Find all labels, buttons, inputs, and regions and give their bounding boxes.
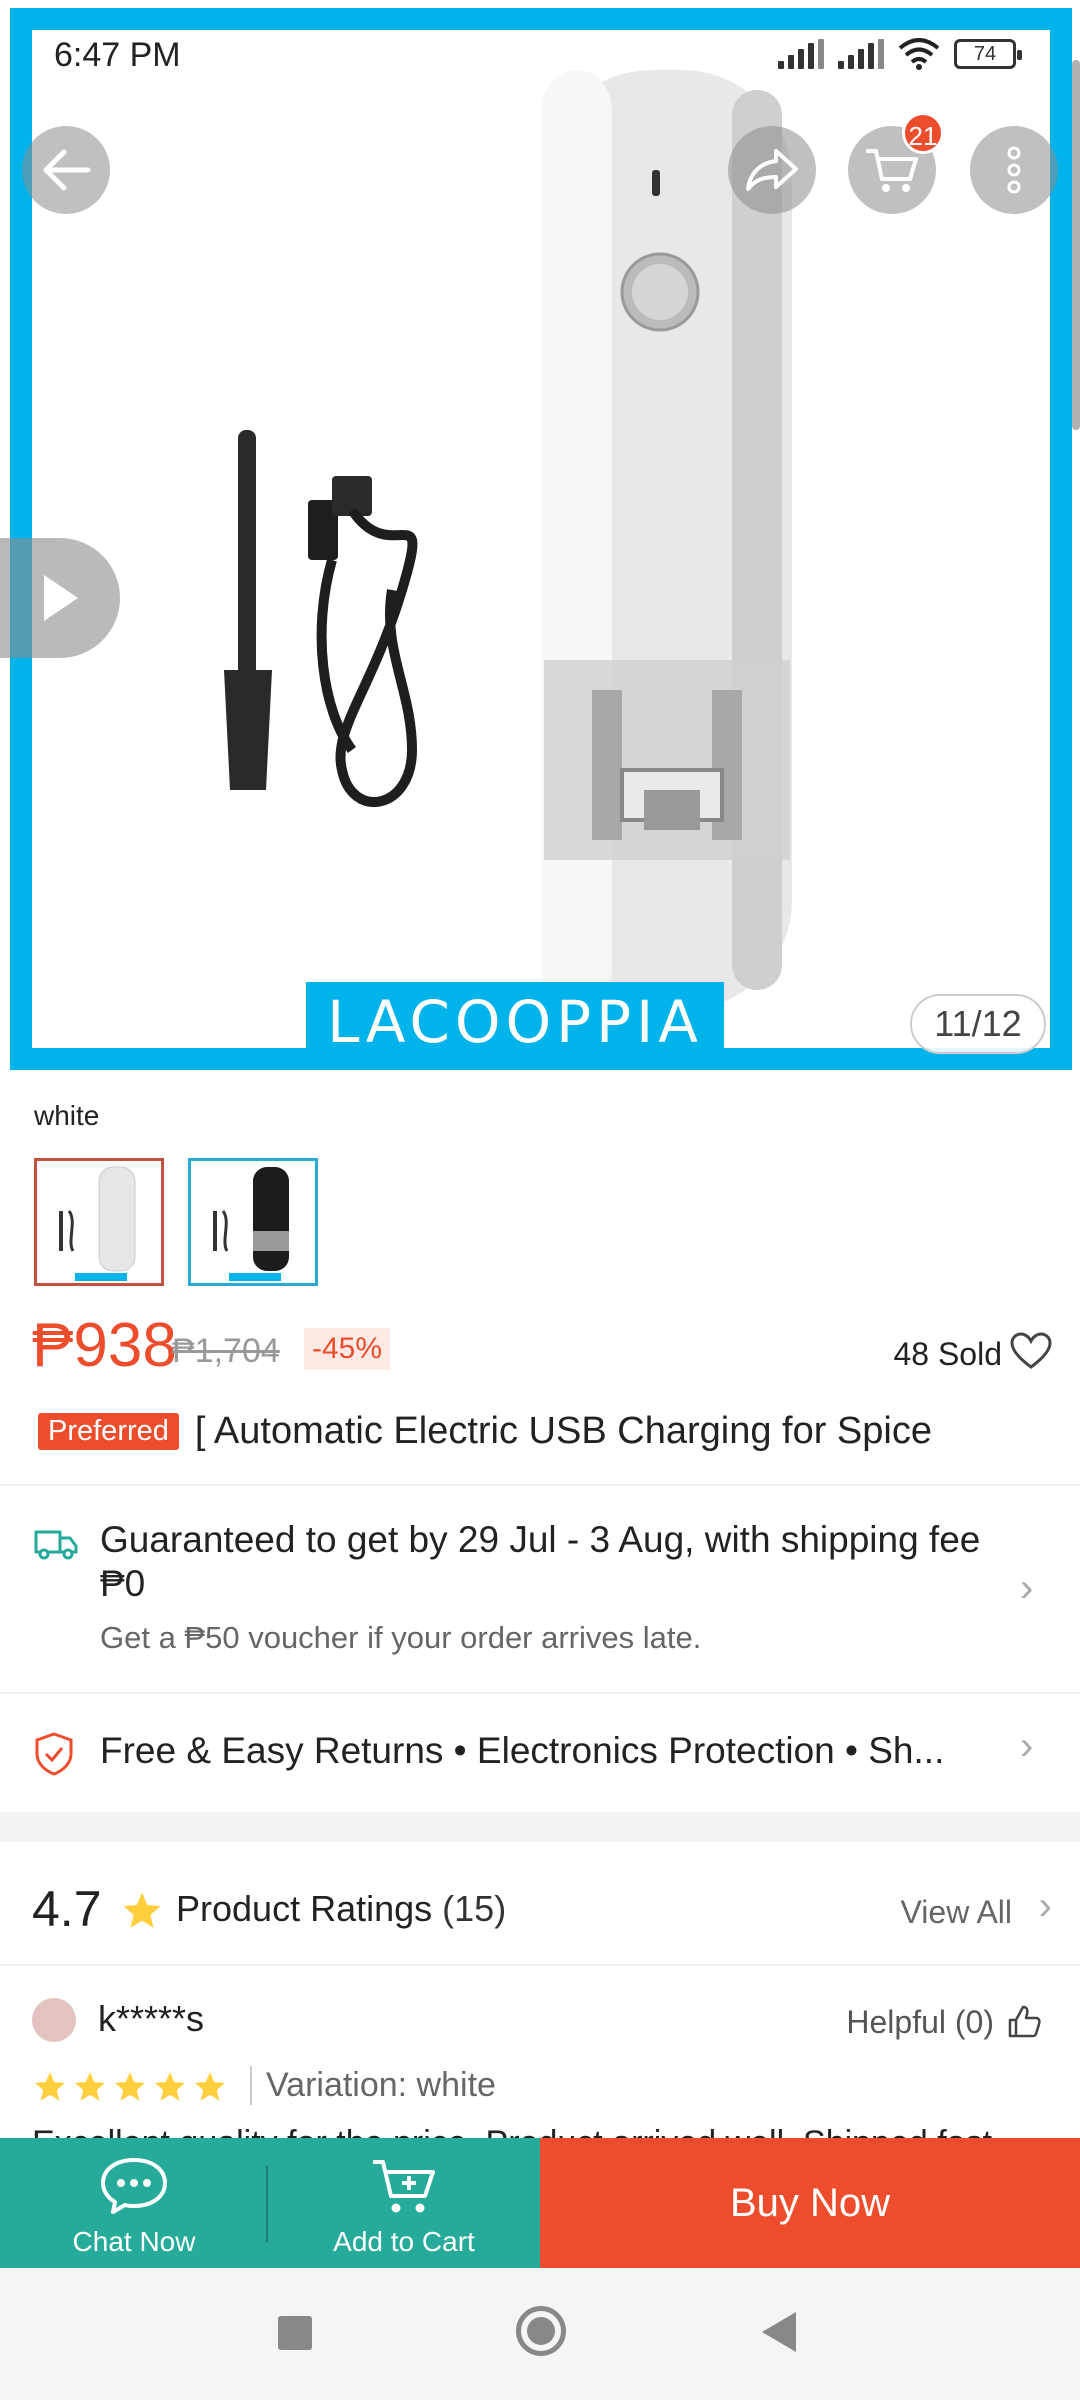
chevron-right-icon: › bbox=[1020, 1566, 1034, 1610]
scroll-indicator bbox=[1072, 60, 1080, 430]
star-icon bbox=[154, 2072, 186, 2101]
chat-now-button[interactable]: Chat Now bbox=[0, 2138, 268, 2268]
ratings-title: Product Ratings (15) bbox=[176, 1888, 506, 1930]
reviewer-name: k*****s bbox=[98, 1998, 205, 2039]
play-video-button[interactable] bbox=[0, 538, 120, 658]
add-to-cart-button[interactable]: Add to Cart bbox=[268, 2138, 540, 2268]
ratings-title-text: Product Ratings bbox=[176, 1888, 433, 1929]
chat-icon bbox=[101, 2158, 167, 2214]
rating-score: 4.7 bbox=[32, 1881, 102, 1937]
discount-badge: -45% bbox=[304, 1328, 391, 1370]
view-all-link[interactable]: View All bbox=[901, 1894, 1012, 1931]
bottom-action-bar: Chat Now Add to Cart Buy Now bbox=[0, 2138, 1080, 2268]
late-voucher-note: Get a ₱50 voucher if your order arrives … bbox=[100, 1620, 702, 1655]
truck-icon bbox=[34, 1530, 78, 1560]
chat-now-label: Chat Now bbox=[72, 2226, 196, 2257]
helpful-button[interactable]: Helpful (0) bbox=[846, 2004, 994, 2041]
battery-icon: 74 bbox=[954, 39, 1022, 69]
variation-thumb-black[interactable] bbox=[188, 1158, 318, 1286]
chevron-right-icon: › bbox=[1038, 1884, 1052, 1928]
variation-white-image bbox=[59, 1166, 136, 1281]
divider bbox=[0, 1964, 1080, 1966]
star-icon bbox=[34, 2072, 66, 2101]
section-gap bbox=[0, 1812, 1080, 1842]
signal-icon bbox=[838, 39, 884, 69]
current-price: ₱938 bbox=[32, 1311, 177, 1380]
status-time: 6:47 PM bbox=[54, 36, 181, 74]
signal-icon bbox=[778, 39, 824, 69]
buy-now-button[interactable]: Buy Now bbox=[540, 2138, 1080, 2268]
more-options-button[interactable] bbox=[970, 126, 1058, 214]
status-bar: 6:47 PM 74 bbox=[0, 0, 1080, 110]
avatar bbox=[32, 1998, 76, 2042]
selected-variation-label: white bbox=[34, 1100, 100, 1131]
shield-icon bbox=[35, 1732, 73, 1776]
more-vertical-icon bbox=[1007, 146, 1021, 194]
home-button[interactable] bbox=[516, 2306, 566, 2356]
sold-count: 48 Sold bbox=[893, 1336, 1002, 1372]
arrow-left-icon bbox=[43, 149, 91, 191]
chevron-right-icon: › bbox=[1020, 1724, 1034, 1768]
heart-icon[interactable] bbox=[1010, 1332, 1052, 1370]
cart-button[interactable]: 21 bbox=[848, 112, 944, 214]
wifi-icon bbox=[898, 38, 940, 70]
product-title: [ Automatic Electric USB Charging for Sp… bbox=[194, 1409, 932, 1452]
ratings-header[interactable]: 4.7 Product Ratings (15) View All › bbox=[32, 1880, 1052, 1940]
image-counter: 11/12 bbox=[910, 994, 1046, 1054]
variation-black-image bbox=[213, 1167, 289, 1281]
shipping-guarantee: Guaranteed to get by 29 Jul - 3 Aug, wit… bbox=[100, 1519, 981, 1604]
system-navigation-bar bbox=[0, 2268, 1080, 2400]
share-icon bbox=[746, 149, 798, 191]
cart-count-badge: 21 bbox=[902, 112, 944, 154]
star-icon bbox=[74, 2072, 106, 2101]
original-price: ₱1,704 bbox=[172, 1332, 280, 1370]
star-icon bbox=[114, 2072, 146, 2101]
review-stars bbox=[32, 2070, 228, 2104]
add-to-cart-label: Add to Cart bbox=[333, 2226, 475, 2257]
returns-protection-text: Free & Easy Returns • Electronics Protec… bbox=[100, 1730, 945, 1771]
system-back-button[interactable] bbox=[762, 2312, 796, 2352]
product-image-carousel[interactable]: LACOOPPIA 6:47 PM 74 21 11/12 bbox=[0, 0, 1080, 1072]
brand-label: LACOOPPIA bbox=[306, 982, 724, 1062]
back-button[interactable] bbox=[22, 126, 110, 214]
review-variation: Variation: white bbox=[250, 2066, 496, 2105]
divider bbox=[0, 1692, 1080, 1694]
variation-thumb-white[interactable] bbox=[34, 1158, 164, 1286]
preferred-badge: Preferred bbox=[38, 1412, 179, 1450]
add-to-cart-icon bbox=[373, 2160, 435, 2213]
star-icon bbox=[123, 1892, 161, 1928]
status-icons: 74 bbox=[778, 38, 1022, 70]
review-text: Excellent quality for the price. Product… bbox=[32, 2124, 1052, 2138]
product-title-row: Preferred [ Automatic Electric USB Charg… bbox=[38, 1406, 1058, 1456]
cart-icon bbox=[866, 149, 918, 192]
recent-apps-button[interactable] bbox=[278, 2316, 312, 2350]
star-icon bbox=[194, 2072, 226, 2101]
share-button[interactable] bbox=[728, 126, 816, 214]
thumbs-up-icon[interactable] bbox=[1006, 2004, 1042, 2040]
play-icon bbox=[44, 575, 78, 621]
divider bbox=[0, 1484, 1080, 1486]
ratings-count: (15) bbox=[442, 1888, 507, 1929]
price-row: ₱938 ₱1,704 -45% 48 Sold bbox=[32, 1310, 1052, 1390]
